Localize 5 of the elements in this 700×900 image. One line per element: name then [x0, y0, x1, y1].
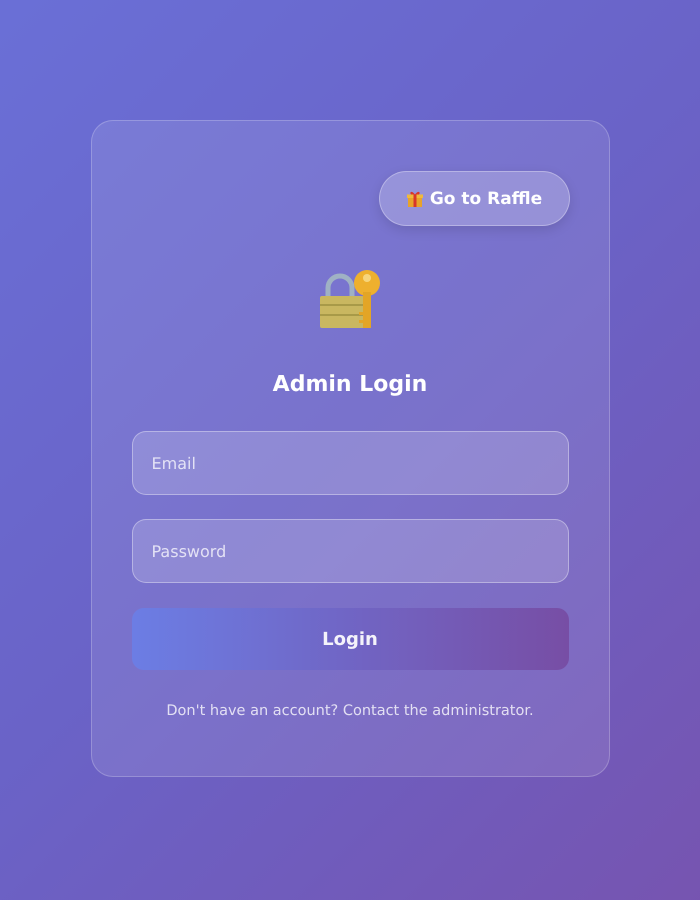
- account-hint: Don't have an account? Contact the administrator.: [166, 703, 534, 720]
- gift-icon: [406, 190, 424, 208]
- raffle-button[interactable]: Go to Raffle: [378, 171, 570, 226]
- login-title: Admin Login: [272, 372, 428, 398]
- login-button[interactable]: Login: [132, 608, 568, 670]
